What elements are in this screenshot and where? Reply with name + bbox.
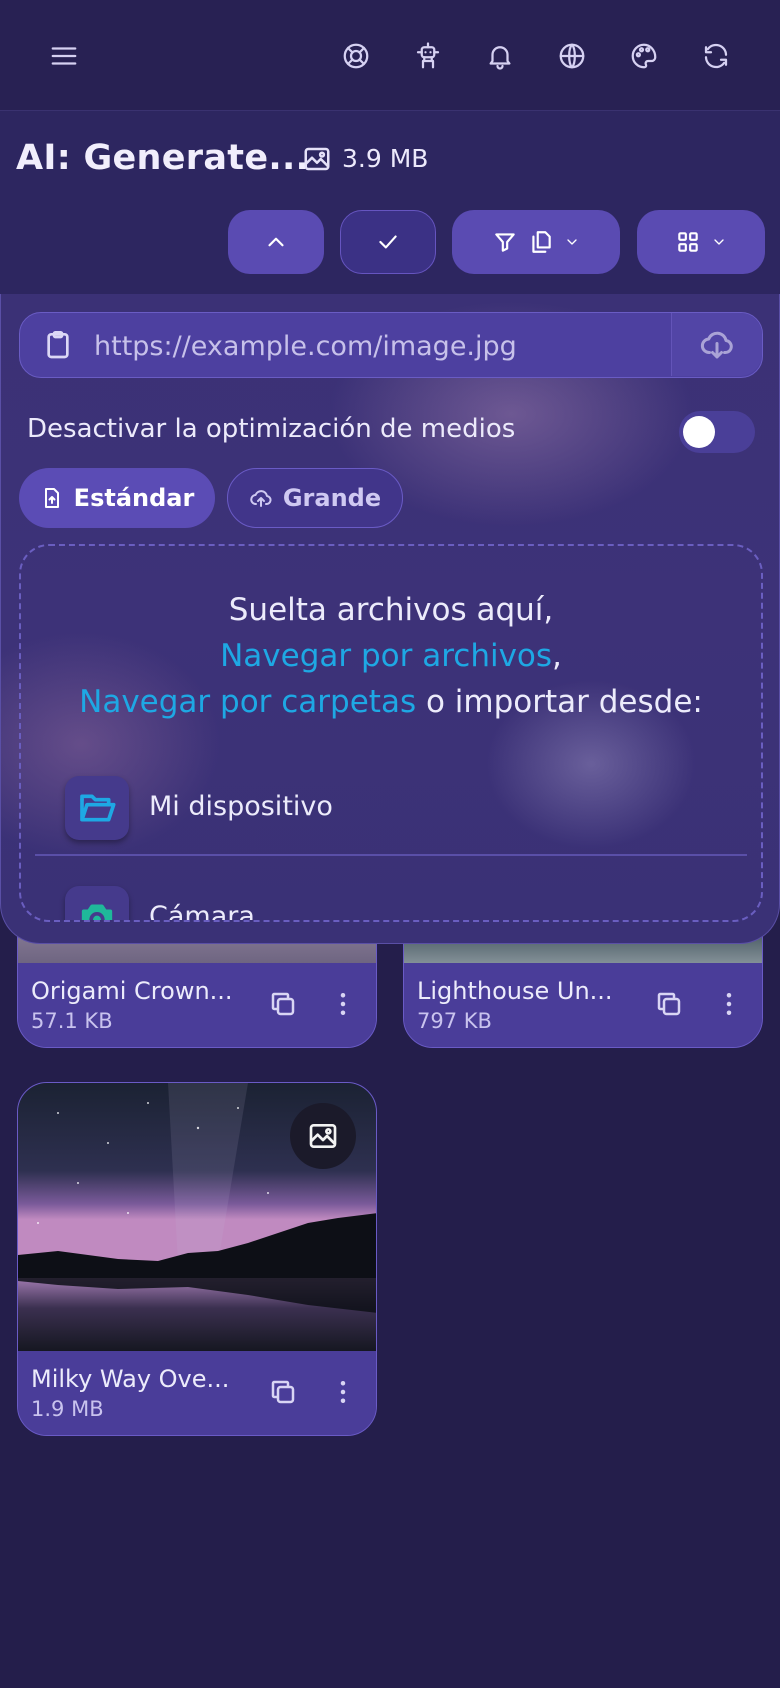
file-name: Milky Way Ove... bbox=[31, 1365, 230, 1393]
palette-icon[interactable] bbox=[619, 31, 669, 81]
file-upload-icon bbox=[44, 488, 59, 508]
filter-icon bbox=[495, 233, 515, 252]
standard-upload-button[interactable]: Estándar bbox=[19, 468, 215, 528]
toggle-knob bbox=[683, 416, 715, 448]
copy-icon[interactable] bbox=[654, 989, 684, 1019]
clipboard-icon[interactable] bbox=[42, 329, 74, 365]
copy-files-icon bbox=[532, 231, 551, 253]
browse-files-link[interactable]: Navegar por archivos bbox=[220, 638, 552, 674]
source-label: Mi dispositivo bbox=[149, 791, 333, 822]
total-size: 3.9 MB bbox=[342, 144, 429, 173]
menu-icon[interactable] bbox=[39, 31, 89, 81]
drop-zone[interactable]: Suelta archivos aquí, Navegar por archiv… bbox=[19, 544, 763, 922]
url-download-button[interactable] bbox=[671, 313, 762, 376]
large-upload-label: Grande bbox=[282, 484, 382, 512]
browse-files-line: Navegar por archivos, bbox=[21, 638, 761, 674]
file-info: Origami Crown... 57.1 KB bbox=[18, 963, 376, 1047]
more-options-icon[interactable] bbox=[328, 1377, 358, 1407]
divider bbox=[35, 854, 747, 856]
source-camera[interactable]: Cámara bbox=[65, 886, 725, 922]
globe-icon[interactable] bbox=[547, 31, 597, 81]
folder-open-icon bbox=[65, 776, 129, 840]
file-name: Origami Crown... bbox=[31, 977, 233, 1005]
bell-icon[interactable] bbox=[475, 31, 525, 81]
chevron-down-icon bbox=[567, 239, 577, 245]
file-size: 1.9 MB bbox=[31, 1397, 104, 1421]
url-import-field bbox=[19, 312, 763, 378]
url-input[interactable] bbox=[92, 323, 676, 369]
robot-icon[interactable] bbox=[403, 31, 453, 81]
drop-text: Suelta archivos aquí, bbox=[228, 592, 554, 628]
image-type-icon bbox=[290, 1103, 356, 1169]
filter-dropdown-button[interactable] bbox=[452, 210, 620, 274]
grid-icon bbox=[678, 232, 698, 252]
file-size: 797 KB bbox=[417, 1009, 492, 1033]
collapse-button[interactable] bbox=[228, 210, 324, 274]
view-mode-dropdown-button[interactable] bbox=[637, 210, 765, 274]
import-panel: Desactivar la optimización de medios Est… bbox=[0, 294, 780, 944]
file-size: 57.1 KB bbox=[31, 1009, 113, 1033]
page-title: AI: Generate... bbox=[16, 138, 310, 178]
source-label: Cámara bbox=[149, 901, 255, 922]
copy-icon[interactable] bbox=[268, 989, 298, 1019]
file-name: Lighthouse Un... bbox=[417, 977, 613, 1005]
camera-icon bbox=[65, 886, 129, 920]
more-options-icon[interactable] bbox=[714, 989, 744, 1019]
copy-icon[interactable] bbox=[268, 1377, 298, 1407]
cloud-upload-icon bbox=[250, 490, 272, 507]
import-from-text: o importar desde: bbox=[416, 684, 703, 720]
file-info: Lighthouse Un... 797 KB bbox=[404, 963, 762, 1047]
chevron-up-icon bbox=[268, 237, 284, 247]
optimization-toggle[interactable] bbox=[679, 411, 755, 453]
more-options-icon[interactable] bbox=[328, 989, 358, 1019]
optimization-label: Desactivar la optimización de medios bbox=[27, 414, 516, 444]
select-all-button[interactable] bbox=[340, 210, 436, 274]
file-card[interactable]: Milky Way Ove... 1.9 MB bbox=[17, 1082, 377, 1436]
chevron-down-icon bbox=[714, 239, 724, 245]
image-icon bbox=[302, 144, 332, 178]
browse-folders-link[interactable]: Navegar por carpetas bbox=[79, 684, 416, 720]
check-icon bbox=[379, 235, 397, 249]
top-app-bar bbox=[0, 0, 780, 111]
file-info: Milky Way Ove... 1.9 MB bbox=[18, 1351, 376, 1435]
large-upload-button[interactable]: Grande bbox=[227, 468, 403, 528]
help-icon[interactable] bbox=[331, 31, 381, 81]
standard-upload-label: Estándar bbox=[73, 484, 195, 512]
comma-text: , bbox=[552, 638, 562, 674]
browse-folders-line: Navegar por carpetas o importar desde: bbox=[21, 684, 761, 720]
refresh-icon[interactable] bbox=[691, 31, 741, 81]
cloud-download-icon bbox=[700, 331, 733, 358]
source-my-device[interactable]: Mi dispositivo bbox=[65, 776, 725, 846]
